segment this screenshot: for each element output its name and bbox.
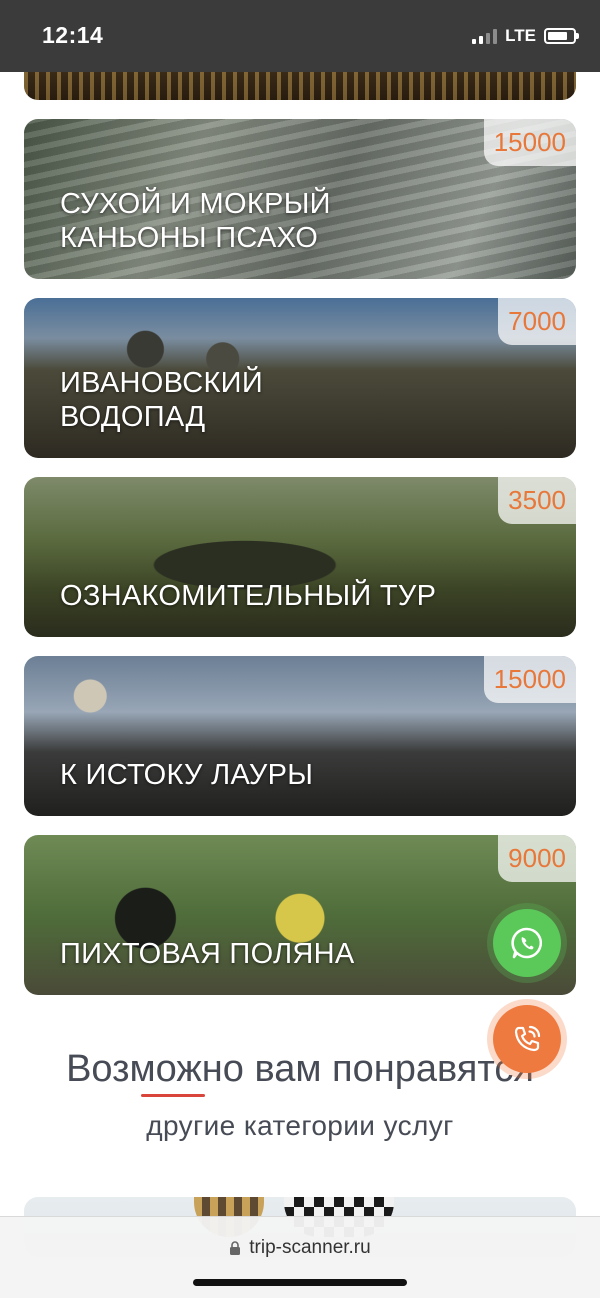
tour-title: СУХОЙ И МОКРЫЙ КАНЬОНЫ ПСАХО (60, 188, 331, 254)
battery-icon (544, 28, 579, 44)
tour-card[interactable]: К ИСТОКУ ЛАУРЫ 15000 (24, 656, 576, 816)
whatsapp-button[interactable] (493, 909, 561, 977)
phone-call-icon (514, 1025, 541, 1052)
tour-card[interactable]: ПИХТОВАЯ ПОЛЯНА 9000 (24, 835, 576, 995)
status-indicators: LTE (472, 26, 579, 46)
tour-price: 7000 (498, 298, 576, 345)
address-bar[interactable]: trip-scanner.ru (0, 1237, 600, 1259)
tour-title: ПИХТОВАЯ ПОЛЯНА (60, 938, 355, 970)
tour-title: ИВАНОВСКИЙ ВОДОПАД (60, 367, 263, 433)
whatsapp-icon (511, 927, 543, 959)
tour-card[interactable]: ОЗНАКОМИТЕЛЬНЫЙ ТУР 3500 (24, 477, 576, 637)
section-subtitle: другие категории услуг (146, 1110, 454, 1141)
tour-image (24, 835, 576, 995)
signal-icon (472, 28, 498, 44)
home-indicator[interactable] (193, 1279, 407, 1286)
tour-price: 15000 (483, 119, 576, 166)
battery-level (548, 32, 567, 40)
url-text: trip-scanner.ru (249, 1237, 371, 1258)
lock-icon (230, 1240, 241, 1255)
tour-price: 3500 (498, 477, 576, 524)
tour-image (24, 477, 576, 637)
tour-card[interactable]: СУХОЙ И МОКРЫЙ КАНЬОНЫ ПСАХО 15000 (24, 119, 576, 279)
call-button[interactable] (493, 1005, 561, 1073)
tour-title: ОЗНАКОМИТЕЛЬНЫЙ ТУР (60, 580, 437, 612)
title-underline (141, 1094, 205, 1097)
tour-price: 15000 (483, 656, 576, 703)
browser-bar: trip-scanner.ru (0, 1216, 600, 1298)
status-time: 12:14 (42, 22, 104, 48)
page: 12:14 LTE СУХОЙ И МОКРЫЙ КАНЬОНЫ ПСАХО 1… (0, 0, 600, 1298)
network-type: LTE (505, 26, 536, 45)
tour-price: 9000 (498, 835, 576, 882)
tour-title: К ИСТОКУ ЛАУРЫ (60, 759, 314, 791)
tour-card[interactable]: ИВАНОВСКИЙ ВОДОПАД 7000 (24, 298, 576, 458)
status-bar: 12:14 LTE (0, 0, 600, 72)
